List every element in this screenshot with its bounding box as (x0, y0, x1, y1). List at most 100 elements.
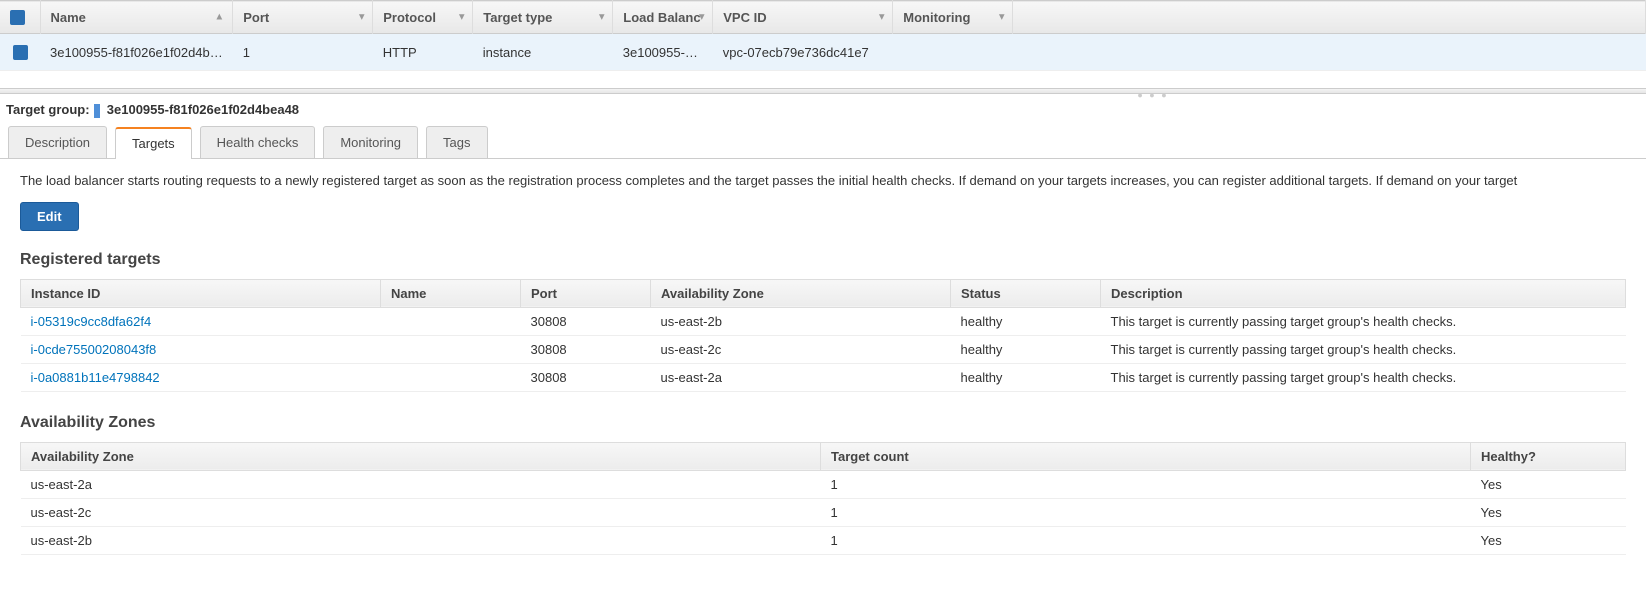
tab-description[interactable]: Description (8, 126, 107, 158)
availability-zones-table: Availability Zone Target count Healthy? … (20, 442, 1626, 555)
col-instance-id[interactable]: Instance ID (21, 279, 381, 307)
cell-name (381, 363, 521, 391)
tab-monitoring[interactable]: Monitoring (323, 126, 418, 158)
gap (0, 70, 1646, 88)
cell-name (381, 335, 521, 363)
cell-zone: us-east-2a (21, 470, 821, 498)
row-checkbox-cell[interactable] (0, 34, 40, 71)
table-row: us-east-2b 1 Yes (21, 526, 1626, 554)
column-label: Monitoring (903, 10, 970, 25)
panel-body: The load balancer starts routing request… (0, 159, 1646, 591)
column-label: Name (51, 10, 86, 25)
column-label: Protocol (383, 10, 436, 25)
tabs: Description Targets Health checks Monito… (0, 126, 1646, 159)
cell-zone: us-east-2c (21, 498, 821, 526)
table-header-row: Availability Zone Target count Healthy? (21, 442, 1626, 470)
cell-spacer (1013, 34, 1646, 71)
cell-port: 1 (233, 34, 373, 71)
cell-az: us-east-2b (651, 307, 951, 335)
cell-port: 30808 (521, 363, 651, 391)
cell-az: us-east-2c (651, 335, 951, 363)
col-description[interactable]: Description (1101, 279, 1626, 307)
cell-vpc-id: vpc-07ecb79e736dc41e7 (713, 34, 893, 71)
detail-header: Target group: 3e100955-f81f026e1f02d4bea… (0, 94, 1646, 126)
cell-target-type: instance (473, 34, 613, 71)
column-spacer (1013, 1, 1646, 34)
table-row: us-east-2a 1 Yes (21, 470, 1626, 498)
col-az[interactable]: Availability Zone (21, 442, 821, 470)
column-header-load-balancer[interactable]: Load Balanc ▾ (613, 1, 713, 34)
dropdown-icon: ▾ (599, 12, 604, 23)
instance-link[interactable]: i-0cde75500208043f8 (31, 342, 157, 357)
dropdown-icon: ▾ (699, 12, 704, 23)
table-row: i-0cde75500208043f8 30808 us-east-2c hea… (21, 335, 1626, 363)
cell-port: 30808 (521, 335, 651, 363)
cell-description: This target is currently passing target … (1101, 363, 1626, 391)
column-header-target-type[interactable]: Target type ▾ (473, 1, 613, 34)
col-target-count[interactable]: Target count (821, 442, 1471, 470)
col-healthy[interactable]: Healthy? (1471, 442, 1626, 470)
table-row: i-0a0881b11e4798842 30808 us-east-2a hea… (21, 363, 1626, 391)
column-header-port[interactable]: Port ▾ (233, 1, 373, 34)
instance-link[interactable]: i-05319c9cc8dfa62f4 (31, 314, 152, 329)
column-header-vpc-id[interactable]: VPC ID ▾ (713, 1, 893, 34)
grip-icon: ● ● ● (1137, 90, 1168, 100)
cell-protocol: HTTP (373, 34, 473, 71)
column-label: Load Balanc (623, 10, 700, 25)
checkbox-icon (10, 10, 25, 25)
detail-label: Target group: (6, 102, 90, 117)
dropdown-icon: ▾ (459, 12, 464, 23)
cell-name: 3e100955-f81f026e1f02d4b… (40, 34, 233, 71)
cell-count: 1 (821, 526, 1471, 554)
select-all-header[interactable] (0, 1, 40, 34)
tab-health-checks[interactable]: Health checks (200, 126, 316, 158)
edit-button[interactable]: Edit (20, 202, 79, 231)
col-port[interactable]: Port (521, 279, 651, 307)
help-text: The load balancer starts routing request… (20, 173, 1626, 188)
splitter-handle[interactable]: ● ● ● (0, 88, 1646, 94)
registered-targets-table: Instance ID Name Port Availability Zone … (20, 279, 1626, 392)
cell-port: 30808 (521, 307, 651, 335)
cell-description: This target is currently passing target … (1101, 307, 1626, 335)
cell-healthy: Yes (1471, 498, 1626, 526)
instance-link[interactable]: i-0a0881b11e4798842 (31, 370, 160, 385)
cell-zone: us-east-2b (21, 526, 821, 554)
cell-status: healthy (951, 335, 1101, 363)
column-label: Target type (483, 10, 552, 25)
col-az[interactable]: Availability Zone (651, 279, 951, 307)
checkbox-icon (13, 45, 28, 60)
table-header-row: Instance ID Name Port Availability Zone … (21, 279, 1626, 307)
availability-zones-title: Availability Zones (20, 414, 1626, 432)
cell-load-balancer: 3e100955-… (613, 34, 713, 71)
column-header-protocol[interactable]: Protocol ▾ (373, 1, 473, 34)
column-label: VPC ID (723, 10, 766, 25)
cell-status: healthy (951, 307, 1101, 335)
detail-value: 3e100955-f81f026e1f02d4bea48 (107, 102, 299, 117)
cell-count: 1 (821, 470, 1471, 498)
dropdown-icon: ▾ (879, 12, 884, 23)
tab-targets[interactable]: Targets (115, 127, 192, 159)
cell-healthy: Yes (1471, 470, 1626, 498)
cell-count: 1 (821, 498, 1471, 526)
cell-az: us-east-2a (651, 363, 951, 391)
tab-tags[interactable]: Tags (426, 126, 487, 158)
table-header-row: Name ▲ Port ▾ Protocol ▾ Target type ▾ L… (0, 1, 1646, 34)
cell-healthy: Yes (1471, 526, 1626, 554)
target-groups-table: Name ▲ Port ▾ Protocol ▾ Target type ▾ L… (0, 0, 1646, 70)
col-status[interactable]: Status (951, 279, 1101, 307)
dropdown-icon: ▾ (999, 12, 1004, 23)
registered-targets-title: Registered targets (20, 251, 1626, 269)
table-row[interactable]: 3e100955-f81f026e1f02d4b… 1 HTTP instanc… (0, 34, 1646, 71)
column-label: Port (243, 10, 269, 25)
cell-description: This target is currently passing target … (1101, 335, 1626, 363)
table-row: i-05319c9cc8dfa62f4 30808 us-east-2b hea… (21, 307, 1626, 335)
sort-asc-icon: ▲ (214, 12, 224, 23)
column-header-monitoring[interactable]: Monitoring ▾ (893, 1, 1013, 34)
cell-monitoring (893, 34, 1013, 71)
selection-indicator-icon (94, 104, 100, 118)
cell-name (381, 307, 521, 335)
dropdown-icon: ▾ (359, 12, 364, 23)
cell-status: healthy (951, 363, 1101, 391)
col-name[interactable]: Name (381, 279, 521, 307)
column-header-name[interactable]: Name ▲ (40, 1, 233, 34)
